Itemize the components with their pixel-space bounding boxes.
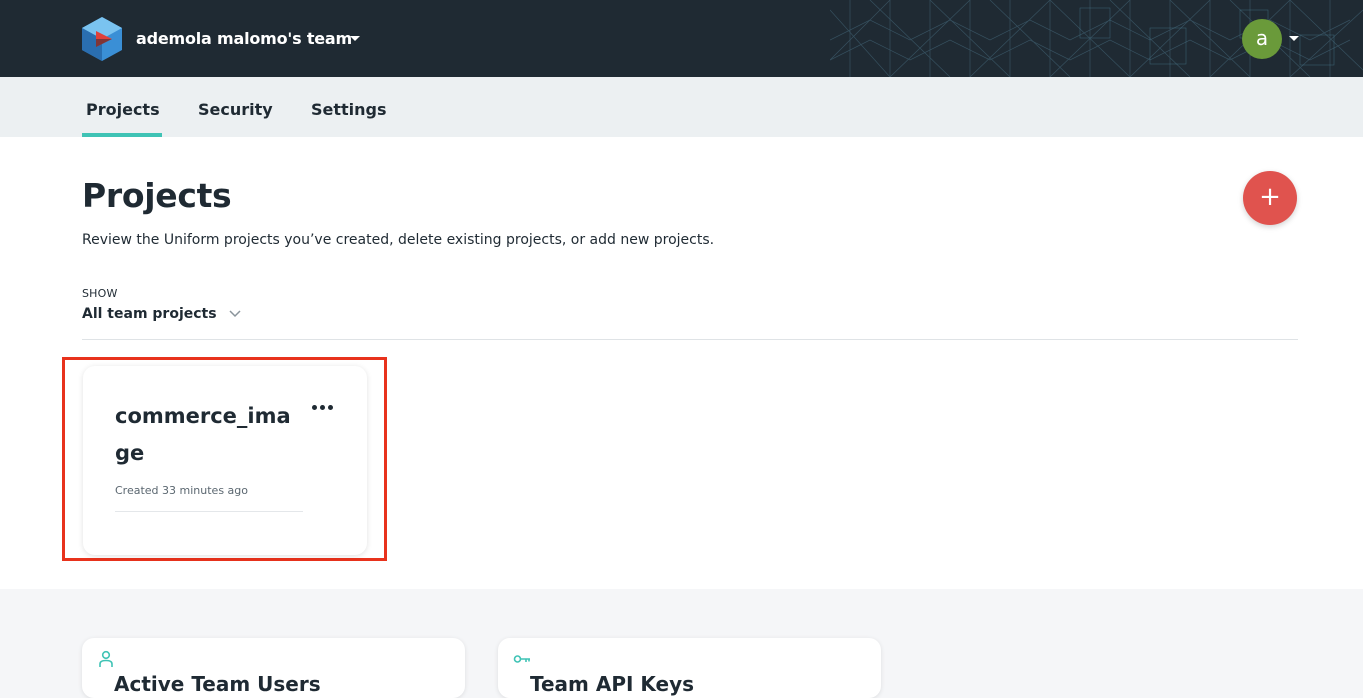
project-name[interactable]: commerce_image <box>115 398 305 472</box>
user-icon <box>99 650 113 667</box>
filter-label: SHOW <box>82 287 118 300</box>
project-filter-select[interactable]: All team projects <box>82 306 217 326</box>
top-bar: ademola malomo's team a <box>0 0 1363 77</box>
team-name[interactable]: ademola malomo's team <box>136 29 352 48</box>
uniform-logo-icon <box>82 17 122 61</box>
page-title: Projects <box>82 176 232 215</box>
team-api-keys-card[interactable]: Team API Keys <box>498 638 881 698</box>
key-icon <box>513 655 530 663</box>
more-icon[interactable] <box>312 402 336 412</box>
project-card[interactable]: commerce_image Created 33 minutes ago <box>83 366 367 555</box>
tab-projects[interactable]: Projects <box>86 100 160 119</box>
card-title: Active Team Users <box>114 672 321 696</box>
tab-security[interactable]: Security <box>198 100 273 119</box>
tab-bar: Projects Security Settings <box>0 77 1363 137</box>
project-created-time: Created 33 minutes ago <box>115 484 248 497</box>
page-description: Review the Uniform projects you’ve creat… <box>82 232 715 248</box>
projects-section: Projects Review the Uniform projects you… <box>0 137 1363 589</box>
chevron-down-icon[interactable] <box>228 309 242 319</box>
account-dropdown-caret-icon[interactable] <box>1289 36 1299 41</box>
team-dropdown-caret-icon[interactable] <box>350 36 360 41</box>
card-title: Team API Keys <box>530 672 695 696</box>
card-divider <box>115 511 303 512</box>
user-avatar[interactable]: a <box>1242 19 1282 59</box>
team-overview-section: Active Team Users Team API Keys <box>0 589 1363 698</box>
tab-settings[interactable]: Settings <box>311 100 387 119</box>
background-pattern <box>830 0 1363 77</box>
active-team-users-card[interactable]: Active Team Users <box>82 638 465 698</box>
divider <box>82 339 1298 340</box>
add-project-button[interactable]: + <box>1243 171 1297 225</box>
